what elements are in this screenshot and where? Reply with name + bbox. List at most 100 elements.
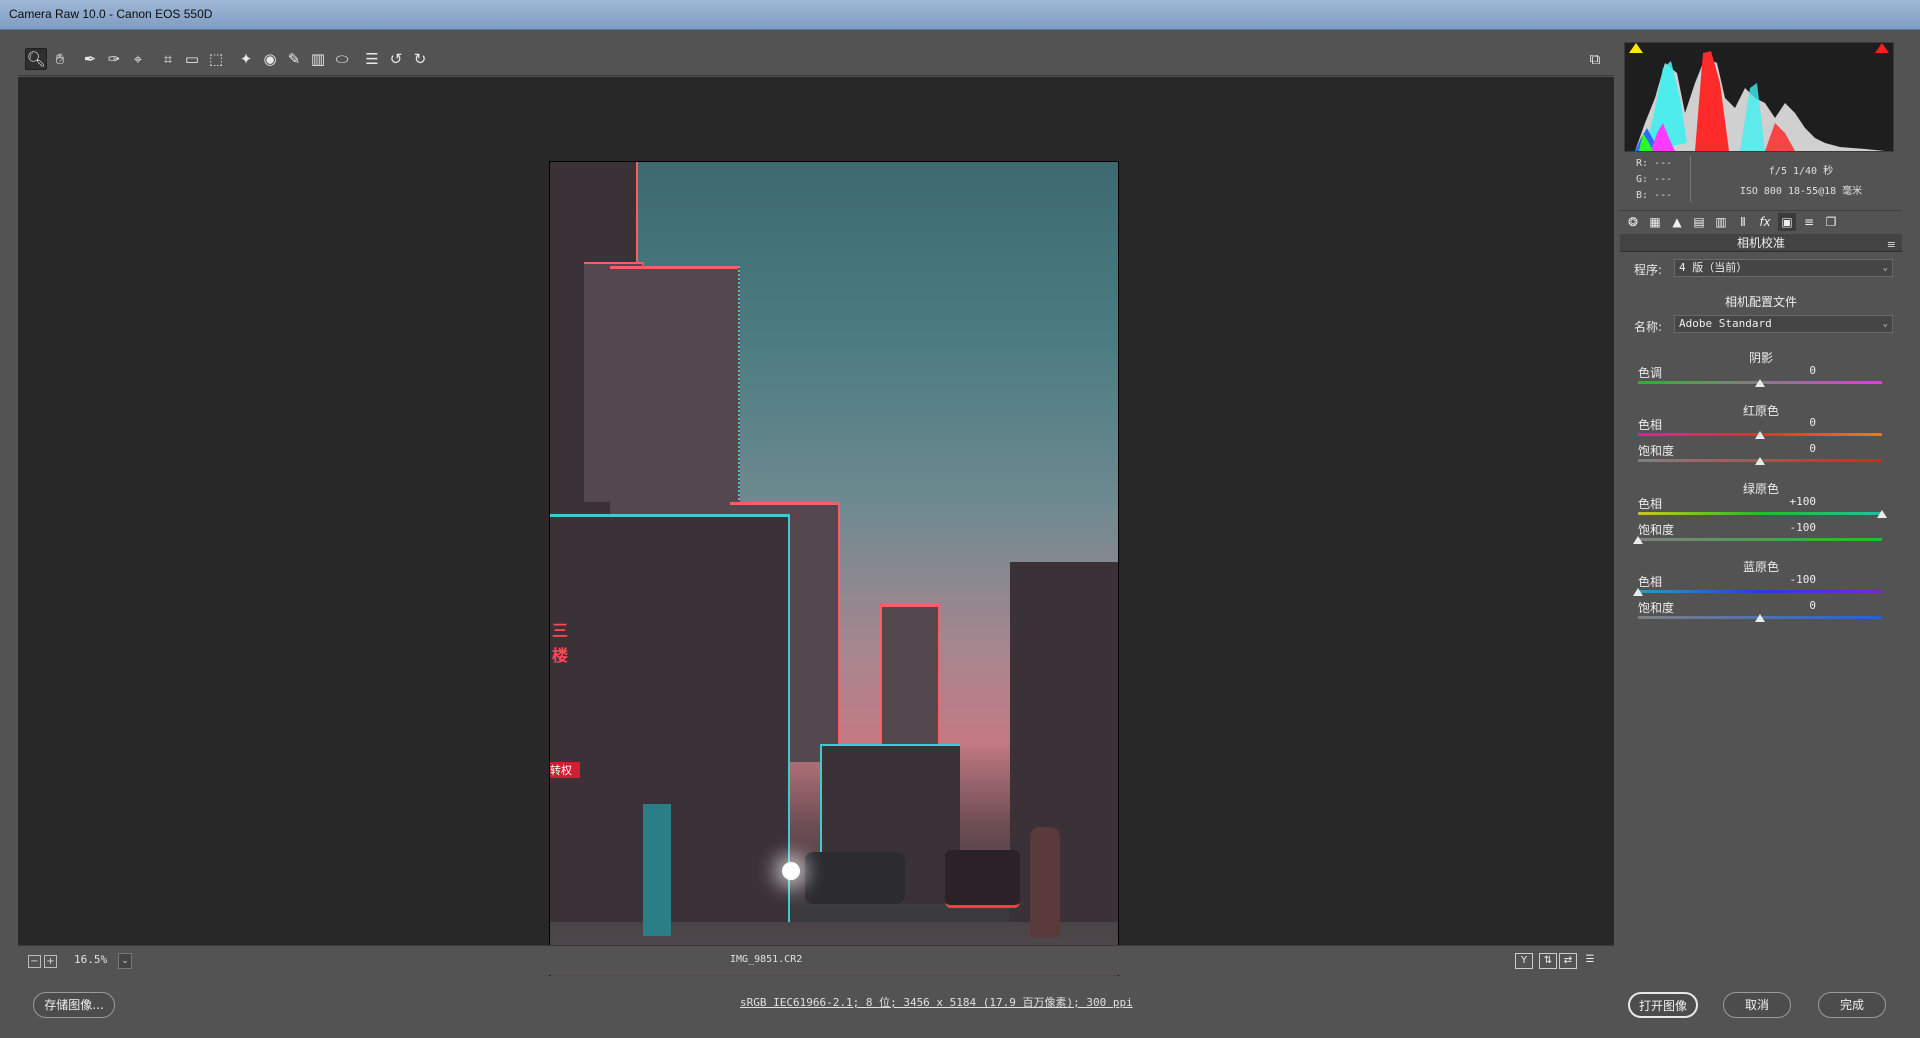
straighten-icon[interactable]: ▭ [181,48,203,70]
red-primary-header: 红原色 [1742,404,1779,418]
profile-value: Adobe Standard [1679,317,1772,330]
color-sampler-icon[interactable]: ✑ [103,48,125,70]
green-hue-label: 色相 [1638,497,1663,511]
chevron-down-icon: ⌄ [1882,263,1888,273]
tab-tone-curve-icon[interactable]: ▦ [1646,213,1664,231]
swap-icon[interactable]: ⇄ [1559,953,1577,969]
bottom-bar: 存储图像... sRGB IEC61966-2.1; 8 位; 3456 x 5… [0,976,1920,1038]
panel-title-text: 相机校准 [1736,236,1785,250]
image-canvas[interactable]: 三 楼 转权 [18,77,1614,1015]
toolbar: 🔍︎ ✋︎ ✒ ✑ ⌖ ⌗ ▭ ⬚ ✦ ◉ ✎ ▥ ⬭ ☰ ↺ ↻ ⧉ [18,42,1614,76]
neon-sign-3: 转权 [550,762,580,778]
tab-split-toning-icon[interactable]: ▥ [1712,213,1730,231]
rgb-readout: R: --- G: --- B: --- [1636,156,1672,204]
open-image-button[interactable]: 打开图像 [1628,992,1698,1018]
shadows-tint-label: 色调 [1638,366,1663,380]
headlight [782,862,800,880]
exif-info: f/5 1/40 秒 ISO 800 18-55@18 毫米 [1712,162,1890,202]
green-hue-slider[interactable] [1877,510,1887,518]
settings-icon[interactable]: ☰ [1581,953,1599,969]
green-saturation-label: 饱和度 [1638,523,1675,537]
adjustment-brush-icon[interactable]: ✎ [283,48,305,70]
green-hue-value: +100 [1789,495,1817,508]
zoom-in-button[interactable]: + [44,955,57,968]
blue-hue-slider[interactable] [1633,588,1643,596]
red-saturation-value: 0 [1809,442,1816,455]
right-panel: R: --- G: --- B: --- f/5 1/40 秒 ISO 800 … [1620,38,1902,974]
before-after-icon[interactable]: ⇅ [1539,953,1557,969]
targeted-adjust-icon[interactable]: ⌖ [127,48,149,70]
red-saturation-slider[interactable] [1755,457,1765,465]
rotate-cw-icon[interactable]: ↻ [409,48,431,70]
blue-saturation-label: 饱和度 [1638,601,1675,615]
shadows-tint-value: 0 [1809,364,1816,377]
red-saturation-label: 饱和度 [1638,444,1675,458]
tab-lens-icon[interactable]: Ⅱ [1734,213,1752,231]
done-button[interactable]: 完成 [1818,992,1886,1018]
tab-effects-icon[interactable]: fx [1756,213,1774,231]
save-image-button[interactable]: 存储图像... [33,992,115,1018]
shadows-tint-slider[interactable] [1755,379,1765,387]
zoom-level: 16.5% [74,953,108,966]
highlight-clipping-icon[interactable] [1875,43,1889,53]
green-saturation-slider[interactable] [1633,536,1643,544]
tab-hsl-icon[interactable]: ▤ [1690,213,1708,231]
preferences-icon[interactable]: ☰ [361,48,383,70]
tab-basic-icon[interactable]: ❂ [1624,213,1642,231]
readout-divider [1690,156,1691,202]
green-hue-track[interactable] [1638,512,1882,515]
zoom-icon[interactable]: 🔍︎ [25,48,47,70]
spot-removal-icon[interactable]: ✦ [235,48,257,70]
window-title: Camera Raw 10.0 - Canon EOS 550D [9,7,213,21]
transform-icon[interactable]: ⬚ [205,48,227,70]
zoom-dropdown[interactable]: ⌄ [118,953,132,969]
white-balance-icon[interactable]: ✒ [79,48,101,70]
green-saturation-value: -100 [1789,521,1817,534]
zoom-out-button[interactable]: − [28,955,41,968]
rotate-ccw-icon[interactable]: ↺ [385,48,407,70]
chevron-down-icon: ⌄ [1882,319,1888,329]
cancel-button[interactable]: 取消 [1723,992,1791,1018]
car-right [945,850,1020,908]
name-label: 名称: [1634,320,1663,334]
red-eye-icon[interactable]: ◉ [259,48,281,70]
green-saturation-track[interactable] [1638,538,1882,541]
filename: IMG_9851.CR2 [730,954,803,965]
r-value: --- [1654,158,1673,169]
g-value: --- [1654,174,1673,185]
crop-icon[interactable]: ⌗ [157,48,179,70]
panel-menu-icon[interactable]: ≡ [1887,236,1896,254]
blue-hue-value: -100 [1789,573,1817,586]
workflow-options-link[interactable]: sRGB IEC61966-2.1; 8 位; 3456 x 5184 (17.… [740,994,1133,1010]
tab-snapshots-icon[interactable]: ❐ [1822,213,1840,231]
shadow-clipping-icon[interactable] [1629,43,1643,53]
blue-saturation-value: 0 [1809,599,1816,612]
panel-tabs: ❂ ▦ ▲ ▤ ▥ Ⅱ fx ▣ ≡ ❐ [1620,210,1902,232]
hand-icon[interactable]: ✋︎ [49,48,71,70]
tab-detail-icon[interactable]: ▲ [1668,213,1686,231]
red-hue-slider[interactable] [1755,431,1765,439]
window-right-edge [1904,30,1920,1038]
profile-select[interactable]: Adobe Standard ⌄ [1674,315,1893,333]
y-view-icon[interactable]: Y [1515,953,1533,969]
tab-camera-calibration-icon[interactable]: ▣ [1778,213,1796,231]
g-label: G: [1636,174,1649,185]
graduated-filter-icon[interactable]: ▥ [307,48,329,70]
pedestrian [1030,827,1060,937]
neon-sign-1: 三 [552,621,569,640]
blue-saturation-slider[interactable] [1755,614,1765,622]
panel-title: 相机校准 ≡ [1620,234,1902,252]
green-primary-header: 绿原色 [1742,482,1779,496]
camera-profile-header: 相机配置文件 [1724,295,1797,309]
b-label: B: [1636,190,1649,201]
fullscreen-icon[interactable]: ⧉ [1584,48,1606,70]
car-left [805,852,905,904]
window-titlebar: Camera Raw 10.0 - Canon EOS 550D [0,0,1920,30]
blue-hue-track[interactable] [1638,590,1882,593]
radial-filter-icon[interactable]: ⬭ [331,48,353,70]
photo-preview: 三 楼 转权 [549,161,1119,1015]
tab-presets-icon[interactable]: ≡ [1800,213,1818,231]
red-hue-value: 0 [1809,416,1816,429]
process-select[interactable]: 4 版（当前） ⌄ [1674,259,1893,277]
r-label: R: [1636,158,1649,169]
